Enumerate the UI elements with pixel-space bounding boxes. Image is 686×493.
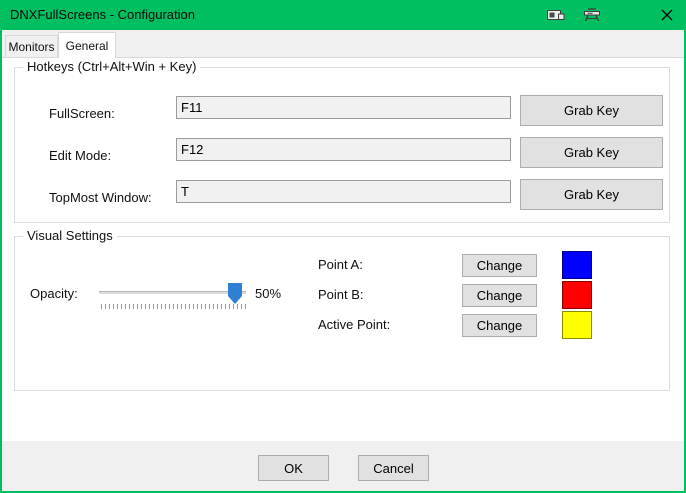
tab-strip: Monitors General [2,30,684,58]
titlebar: DNXFullScreens - Configuration [0,0,686,30]
ok-button[interactable]: OK [258,455,329,481]
visual-settings-group-title: Visual Settings [23,228,117,243]
active-point-label: Active Point: [318,317,391,332]
opacity-label: Opacity: [30,286,78,301]
opacity-slider-ticks [101,304,246,309]
point-a-label: Point A: [318,257,363,272]
fullscreen-label: FullScreen: [49,106,115,121]
edit-mode-grab-key-button[interactable]: Grab Key [520,137,663,168]
hotkeys-groupbox: Hotkeys (Ctrl+Alt+Win + Key) FullScreen:… [14,59,670,223]
device-icon[interactable] [546,7,566,23]
window-title: DNXFullScreens - Configuration [10,7,195,22]
fullscreen-hotkey-input[interactable] [176,96,511,119]
active-point-color-swatch [562,311,592,339]
topmost-window-grab-key-button[interactable]: Grab Key [520,179,663,210]
close-icon[interactable] [658,6,676,24]
edit-mode-hotkey-input[interactable] [176,138,511,161]
fullscreen-grab-key-button[interactable]: Grab Key [520,95,663,126]
topmost-window-hotkey-input[interactable] [176,180,511,203]
bench-icon[interactable] [582,7,602,23]
tab-general-label: General [65,38,109,53]
topmost-window-label: TopMost Window: [49,190,152,205]
footer-bar: OK Cancel [2,441,684,491]
tab-monitors-label: Monitors [8,39,55,54]
cancel-button[interactable]: Cancel [358,455,429,481]
hotkeys-group-title: Hotkeys (Ctrl+Alt+Win + Key) [23,59,201,74]
point-b-color-swatch [562,281,592,309]
tab-monitors[interactable]: Monitors [5,35,58,57]
active-point-change-button[interactable]: Change [462,314,537,337]
edit-mode-label: Edit Mode: [49,148,112,163]
opacity-slider-track[interactable] [99,291,246,294]
point-b-change-button[interactable]: Change [462,284,537,307]
tab-general[interactable]: General [58,32,116,58]
opacity-value: 50% [255,286,282,301]
point-a-change-button[interactable]: Change [462,254,537,277]
point-a-color-swatch [562,251,592,279]
configuration-window: DNXFullScreens - Configuration Monitors … [0,0,686,493]
point-b-label: Point B: [318,287,364,302]
general-tab-page: Hotkeys (Ctrl+Alt+Win + Key) FullScreen:… [2,57,684,441]
